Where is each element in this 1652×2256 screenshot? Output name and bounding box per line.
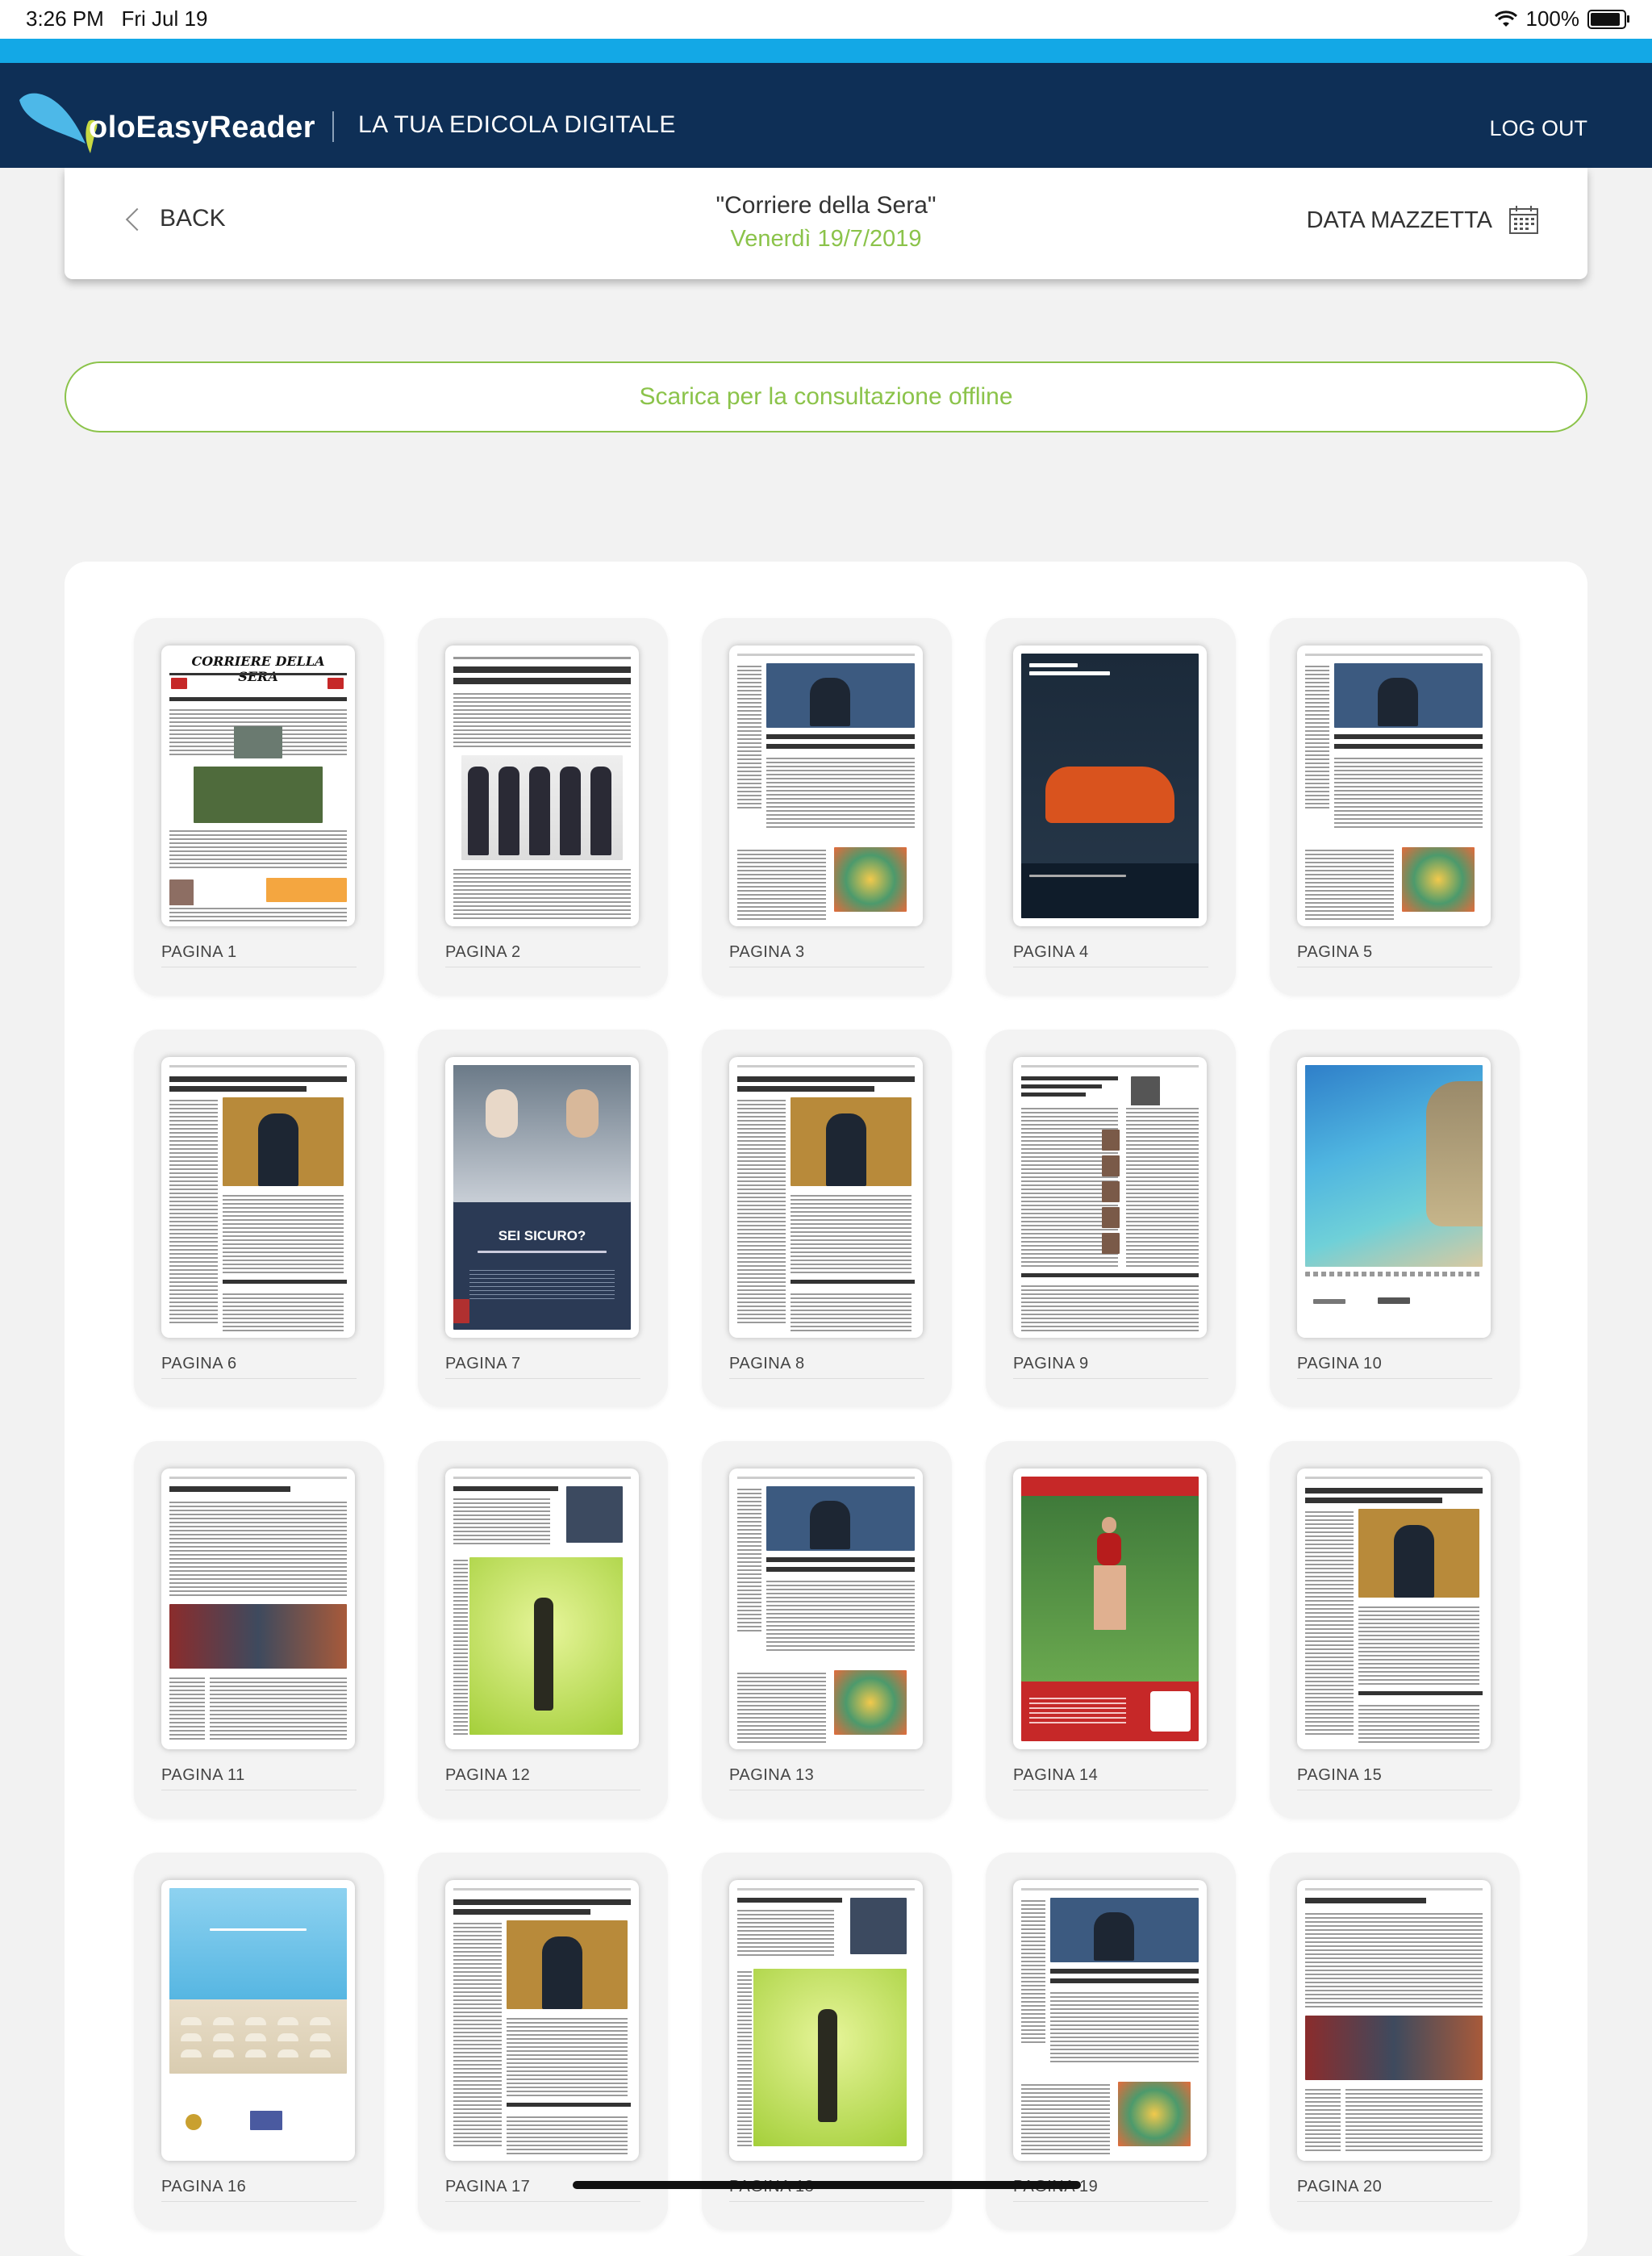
- page-label-underline: [729, 1378, 924, 1379]
- masthead: CORRIERE DELLA SERA: [191, 654, 325, 684]
- page-label-underline: [161, 1378, 357, 1379]
- status-time: 3:26 PM Fri Jul 19: [26, 6, 208, 31]
- page-label: PAGINA 10: [1297, 1355, 1383, 1372]
- page-label-underline: [729, 2201, 924, 2202]
- page-label: PAGINA 20: [1297, 2178, 1383, 2195]
- page-label: PAGINA 17: [445, 2178, 531, 2195]
- battery-icon: [1587, 9, 1629, 29]
- page-thumbnail[interactable]: [729, 645, 923, 926]
- page-label-underline: [445, 2201, 640, 2202]
- page-tile[interactable]: PAGINA 15: [1270, 1441, 1520, 1819]
- page-label: PAGINA 4: [1013, 943, 1089, 961]
- page-label: PAGINA 9: [1013, 1355, 1089, 1372]
- issue-nav-card: BACK "Corriere della Sera" Venerdì 19/7/…: [65, 168, 1587, 279]
- page-thumbnail[interactable]: [729, 1880, 923, 2161]
- pages-panel: CORRIERE DELLA SERA PAGINA 1 PAGINA 2 PAGIN…: [65, 562, 1587, 2256]
- page-tile[interactable]: PAGINA 5: [1270, 618, 1520, 996]
- page-thumbnail[interactable]: [1013, 645, 1207, 926]
- page-thumbnail[interactable]: SEI SICURO?: [445, 1057, 639, 1338]
- logout-button[interactable]: LOG OUT: [1489, 116, 1587, 141]
- page-label: PAGINA 12: [445, 1766, 531, 1784]
- page-thumbnail[interactable]: CORRIERE DELLA SERA: [161, 645, 355, 926]
- date-picker-button[interactable]: DATA MAZZETTA: [1307, 205, 1539, 236]
- wifi-icon: [1494, 10, 1517, 27]
- page-thumbnail[interactable]: [1013, 1468, 1207, 1749]
- page-tile[interactable]: PAGINA 4: [986, 618, 1236, 996]
- page-thumbnail[interactable]: [1297, 1880, 1491, 2161]
- page-tile[interactable]: PAGINA 14: [986, 1441, 1236, 1819]
- page-label: PAGINA 16: [161, 2178, 247, 2195]
- page-label: PAGINA 14: [1013, 1766, 1099, 1784]
- page-label-underline: [1013, 2201, 1208, 2202]
- page-label: PAGINA 11: [161, 1766, 245, 1784]
- page-tile[interactable]: PAGINA 17: [418, 1853, 668, 2230]
- page-thumbnail[interactable]: [445, 1468, 639, 1749]
- page-tile[interactable]: SEI SICURO? PAGINA 7: [418, 1030, 668, 1407]
- page-thumbnail[interactable]: [445, 1880, 639, 2161]
- page-label: PAGINA 7: [445, 1355, 521, 1372]
- page-label-underline: [1297, 1378, 1492, 1379]
- home-indicator[interactable]: [573, 2181, 1081, 2189]
- page-label-underline: [1297, 2201, 1492, 2202]
- page-tile[interactable]: PAGINA 9: [986, 1030, 1236, 1407]
- page-tile[interactable]: PAGINA 12: [418, 1441, 668, 1819]
- page-thumbnail[interactable]: [729, 1468, 923, 1749]
- page-tile[interactable]: PAGINA 11: [134, 1441, 384, 1819]
- page-label: PAGINA 1: [161, 943, 237, 961]
- page-tile[interactable]: PAGINA 10: [1270, 1030, 1520, 1407]
- page-tile[interactable]: PAGINA 6: [134, 1030, 384, 1407]
- page-thumbnail[interactable]: [1013, 1880, 1207, 2161]
- page-tile[interactable]: PAGINA 16: [134, 1853, 384, 2230]
- page-thumbnail[interactable]: [729, 1057, 923, 1338]
- ad-headline: SEI SICURO?: [498, 1228, 586, 1243]
- page-label-underline: [1013, 1378, 1208, 1379]
- page-label-underline: [161, 2201, 357, 2202]
- page-label: PAGINA 3: [729, 943, 805, 961]
- page-thumbnail[interactable]: [161, 1057, 355, 1338]
- page-thumbnail[interactable]: [445, 645, 639, 926]
- page-tile[interactable]: PAGINA 3: [702, 618, 952, 996]
- page-label: PAGINA 15: [1297, 1766, 1383, 1784]
- page-thumbnail[interactable]: [1297, 1057, 1491, 1338]
- header-divider: [332, 111, 334, 142]
- battery-percent: 100%: [1525, 6, 1580, 31]
- status-date: Fri Jul 19: [121, 6, 208, 31]
- page-thumbnail[interactable]: [1013, 1057, 1207, 1338]
- page-label: PAGINA 13: [729, 1766, 815, 1784]
- status-right: 100%: [1494, 6, 1629, 31]
- page-thumbnail[interactable]: [1297, 645, 1491, 926]
- page-label-underline: [445, 1378, 640, 1379]
- page-tile[interactable]: PAGINA 2: [418, 618, 668, 996]
- date-picker-label: DATA MAZZETTA: [1306, 207, 1492, 233]
- page-tile[interactable]: PAGINA 19: [986, 1853, 1236, 2230]
- app-name: oloEasyReader: [89, 111, 316, 144]
- page-tile[interactable]: CORRIERE DELLA SERA PAGINA 1: [134, 618, 384, 996]
- page-thumbnail[interactable]: [161, 1468, 355, 1749]
- pages-grid: CORRIERE DELLA SERA PAGINA 1 PAGINA 2 PAGIN…: [134, 618, 1520, 2230]
- page-label: PAGINA 8: [729, 1355, 805, 1372]
- page-tile[interactable]: PAGINA 20: [1270, 1853, 1520, 2230]
- page-label: PAGINA 5: [1297, 943, 1373, 961]
- header-tagline: LA TUA EDICOLA DIGITALE: [358, 111, 676, 138]
- app-header: oloEasyReader LA TUA EDICOLA DIGITALE LO…: [0, 63, 1652, 168]
- app-logo[interactable]: oloEasyReader: [15, 77, 315, 158]
- page-label: PAGINA 6: [161, 1355, 237, 1372]
- top-accent-bar: [0, 39, 1652, 63]
- status-bar: 3:26 PM Fri Jul 19 100%: [0, 0, 1652, 39]
- page-label: PAGINA 2: [445, 943, 521, 961]
- page-tile[interactable]: PAGINA 8: [702, 1030, 952, 1407]
- page-thumbnail[interactable]: [1297, 1468, 1491, 1749]
- page-thumbnail[interactable]: [161, 1880, 355, 2161]
- download-offline-button[interactable]: Scarica per la consultazione offline: [65, 361, 1587, 432]
- page-tile[interactable]: PAGINA 13: [702, 1441, 952, 1819]
- calendar-icon: [1509, 206, 1538, 234]
- page-tile[interactable]: PAGINA 18: [702, 1853, 952, 2230]
